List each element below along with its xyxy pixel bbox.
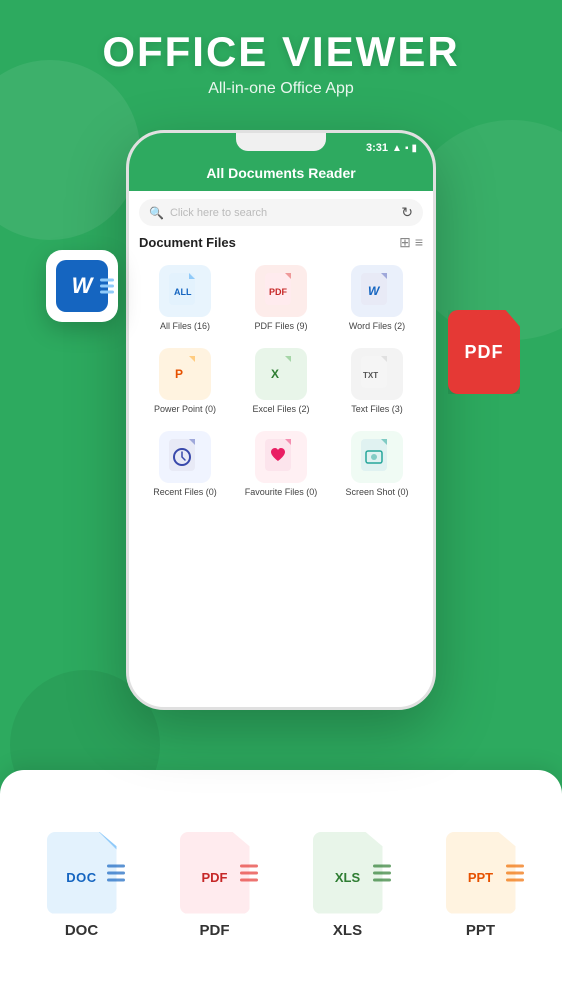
app-bar: All Documents Reader <box>129 159 433 191</box>
ppt-line-2 <box>506 871 524 874</box>
ppt-bottom-icon-label: PPT <box>468 870 493 885</box>
battery-icon: ▮ <box>411 143 417 154</box>
doc-line-2 <box>107 871 125 874</box>
format-item-ppt[interactable]: PPT PPT <box>419 832 542 939</box>
search-icon: 🔍 <box>149 206 164 220</box>
xls-bottom-icon-label: XLS <box>335 870 360 885</box>
screenshot-files-icon <box>351 431 403 483</box>
word-icon-lines <box>100 279 114 294</box>
all-files-label: All Files (16) <box>160 321 210 332</box>
format-item-xls[interactable]: XLS XLS <box>286 832 409 939</box>
view-toggle[interactable]: ⊞ ≡ <box>399 234 423 251</box>
header-section: OFFICE VIEWER All-in-one Office App <box>0 28 562 98</box>
ppt-files-icon: P <box>159 348 211 400</box>
format-item-pdf[interactable]: PDF PDF <box>153 832 276 939</box>
phone-mockup: 3:31 ▲ ▪ ▮ All Documents Reader 🔍 Click … <box>126 130 436 710</box>
xls-line-3 <box>373 878 391 881</box>
ppt-files-label: Power Point (0) <box>154 404 216 415</box>
screenshot-files-label: Screen Shot (0) <box>345 487 408 498</box>
grid-view-button[interactable]: ⊞ <box>399 234 411 251</box>
svg-text:W: W <box>368 284 381 298</box>
doc-lines <box>107 864 125 881</box>
refresh-icon[interactable]: ↻ <box>401 204 413 221</box>
svg-text:PDF: PDF <box>269 287 288 297</box>
signal-icon: ▲ <box>392 143 402 154</box>
xls-format-name: XLS <box>333 922 362 939</box>
all-files-icon: ALL <box>159 265 211 317</box>
recent-files-label: Recent Files (0) <box>153 487 217 498</box>
xls-lines <box>373 864 391 881</box>
list-item[interactable]: TXT Text Files (3) <box>331 342 423 421</box>
phone-notch <box>236 133 326 151</box>
list-item[interactable]: ALL All Files (16) <box>139 259 231 338</box>
status-icons: ▲ ▪ ▮ <box>392 143 417 154</box>
svg-text:TXT: TXT <box>363 371 378 380</box>
section-title: Document Files <box>139 235 236 250</box>
word-line-3 <box>100 291 114 294</box>
bottom-section: DOC DOC PDF <box>0 770 562 1000</box>
pdf-line-2 <box>240 871 258 874</box>
xls-line-2 <box>373 871 391 874</box>
pdf-format-name: PDF <box>200 922 230 939</box>
format-grid: DOC DOC PDF <box>20 832 542 939</box>
doc-line-3 <box>107 878 125 881</box>
pdf-line-3 <box>240 878 258 881</box>
doc-format-name: DOC <box>65 922 98 939</box>
app-sub-title: All-in-one Office App <box>0 80 562 98</box>
list-item[interactable]: PDF PDF Files (9) <box>235 259 327 338</box>
word-files-label: Word Files (2) <box>349 321 405 332</box>
format-item-doc[interactable]: DOC DOC <box>20 832 143 939</box>
xls-line-1 <box>373 864 391 867</box>
wifi-icon: ▪ <box>405 143 409 154</box>
word-line-2 <box>100 285 114 288</box>
fav-files-icon <box>255 431 307 483</box>
text-files-icon: TXT <box>351 348 403 400</box>
pdf-bottom-icon-label: PDF <box>202 870 228 885</box>
pdf-lines <box>240 864 258 881</box>
list-item[interactable]: Recent Files (0) <box>139 425 231 504</box>
recent-files-icon <box>159 431 211 483</box>
ppt-format-name: PPT <box>466 922 495 939</box>
ppt-line-3 <box>506 878 524 881</box>
text-files-label: Text Files (3) <box>351 404 403 415</box>
section-header: Document Files ⊞ ≡ <box>139 234 423 251</box>
pdf-files-label: PDF Files (9) <box>254 321 307 332</box>
search-placeholder-text: Click here to search <box>170 207 401 219</box>
floating-word-icon: W <box>46 250 118 322</box>
pdf-line-1 <box>240 864 258 867</box>
floating-pdf-text: PDF <box>465 342 504 363</box>
app-bar-title: All Documents Reader <box>141 165 421 181</box>
ppt-lines <box>506 864 524 881</box>
floating-pdf-icon: PDF <box>448 310 520 394</box>
list-item[interactable]: Screen Shot (0) <box>331 425 423 504</box>
svg-text:X: X <box>271 367 279 381</box>
content-area: 🔍 Click here to search ↻ Document Files … <box>129 191 433 707</box>
svg-text:ALL: ALL <box>174 287 192 297</box>
app-main-title: OFFICE VIEWER <box>0 28 562 76</box>
list-item[interactable]: P Power Point (0) <box>139 342 231 421</box>
svg-text:P: P <box>175 367 183 381</box>
word-w-letter: W <box>72 273 93 299</box>
word-files-icon: W <box>351 265 403 317</box>
word-line-1 <box>100 279 114 282</box>
doc-line-1 <box>107 864 125 867</box>
status-time: 3:31 <box>366 142 388 154</box>
excel-files-label: Excel Files (2) <box>252 404 309 415</box>
list-item[interactable]: X Excel Files (2) <box>235 342 327 421</box>
pdf-files-icon: PDF <box>255 265 307 317</box>
fav-files-label: Favourite Files (0) <box>245 487 318 498</box>
list-item[interactable]: Favourite Files (0) <box>235 425 327 504</box>
list-item[interactable]: W Word Files (2) <box>331 259 423 338</box>
doc-icon-label: DOC <box>66 870 96 885</box>
search-bar[interactable]: 🔍 Click here to search ↻ <box>139 199 423 226</box>
file-grid: ALL All Files (16) PDF PDF Files (9) <box>139 259 423 503</box>
list-view-button[interactable]: ≡ <box>415 234 423 251</box>
excel-files-icon: X <box>255 348 307 400</box>
ppt-line-1 <box>506 864 524 867</box>
